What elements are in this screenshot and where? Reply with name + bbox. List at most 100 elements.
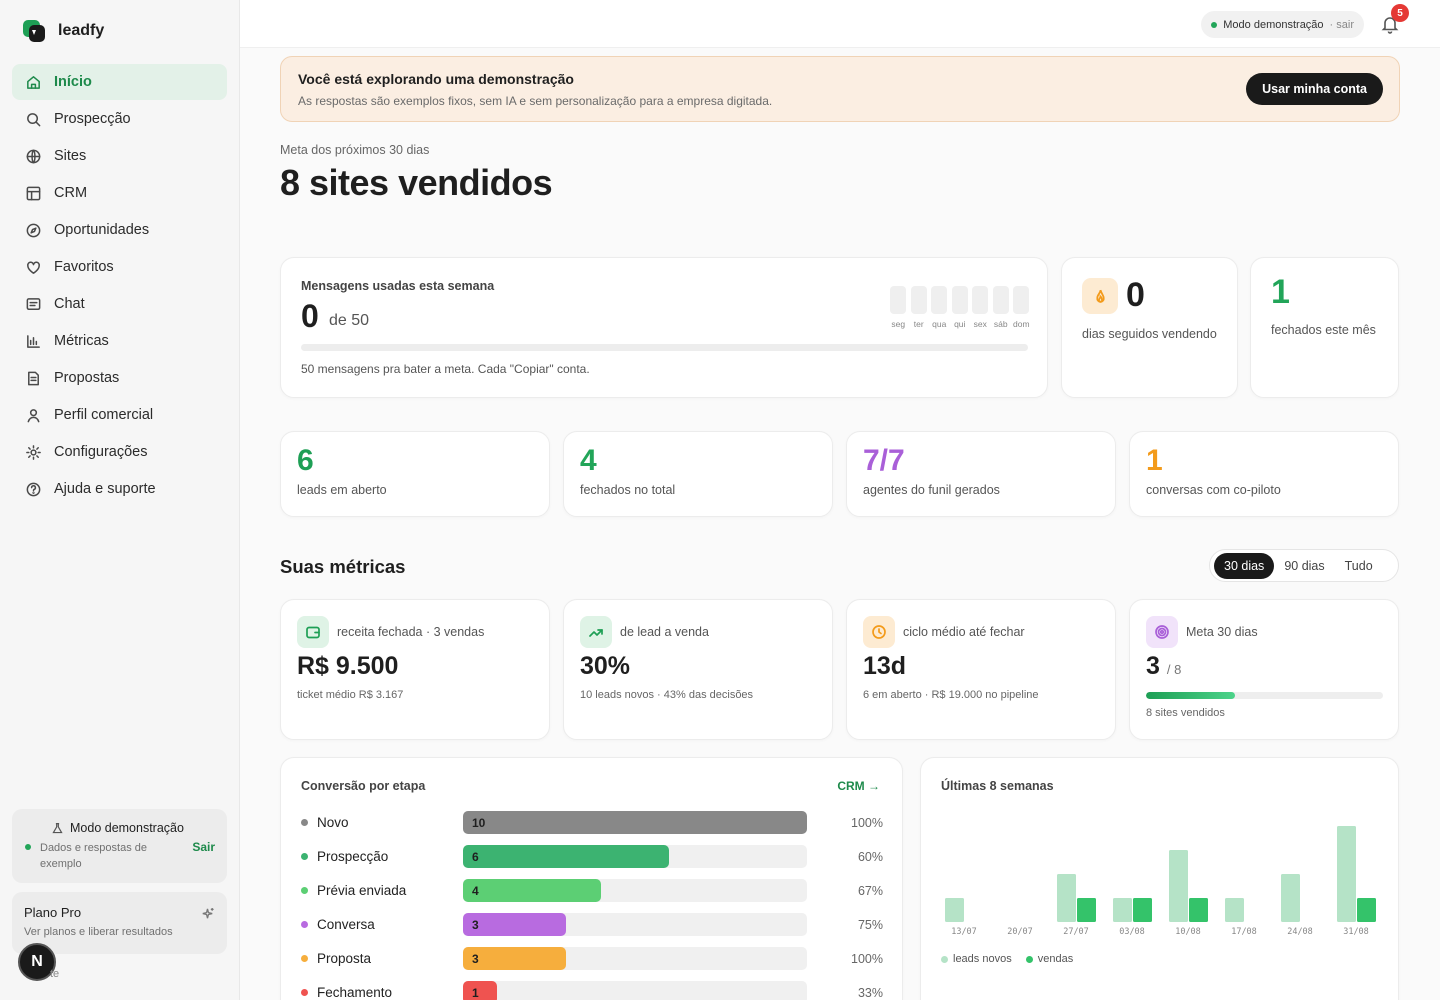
stage-percent: 100% bbox=[851, 816, 883, 830]
sidebar-item-label: Início bbox=[54, 74, 92, 90]
main-nav: Início Prospecção Sites CRM Oportunidades Fav… bbox=[12, 64, 227, 508]
weekday-dom: dom bbox=[1013, 286, 1030, 329]
chat-icon bbox=[26, 297, 41, 310]
sidebar-item-favoritos[interactable]: Favoritos bbox=[12, 249, 227, 285]
sidebar-item-label: Prospecção bbox=[54, 111, 131, 127]
weekday-label: qui bbox=[954, 319, 966, 329]
stage-percent: 100% bbox=[851, 952, 883, 966]
metric-label: receita fechada · 3 vendas bbox=[337, 625, 485, 639]
sidebar: leadfy Início Prospecção Sites CRM Oportunid… bbox=[0, 0, 240, 1000]
stage-row[interactable]: Novo 10 100% bbox=[301, 811, 883, 835]
plan-title: Plano Pro bbox=[24, 905, 82, 920]
messages-limit: de 50 bbox=[329, 312, 370, 329]
weekday-box bbox=[1013, 286, 1029, 314]
metric-sub: 10 leads novos · 43% das decisões bbox=[580, 689, 754, 701]
stage-name: Prospecção bbox=[317, 849, 389, 864]
demo-exit-link[interactable]: Sair bbox=[192, 840, 215, 854]
sidebar-item-ajuda-e-suporte[interactable]: Ajuda e suporte bbox=[12, 471, 227, 507]
weekday-label: ter bbox=[913, 319, 924, 329]
streak-card: 0 dias seguidos vendendo bbox=[1061, 257, 1238, 398]
weekday-box bbox=[910, 286, 927, 314]
sidebar-item-chat[interactable]: Chat bbox=[12, 286, 227, 322]
stage-row[interactable]: Prévia enviada 4 67% bbox=[301, 879, 883, 903]
x-tick-label: 27/07 bbox=[1063, 927, 1089, 937]
stage-percent: 75% bbox=[857, 918, 883, 932]
sidebar-item-inicio[interactable]: Início bbox=[12, 64, 227, 100]
weekday-box bbox=[951, 286, 968, 314]
stage-bar: 3 bbox=[463, 913, 567, 936]
sidebar-item-configuracoes[interactable]: Configurações bbox=[12, 434, 227, 470]
stage-name: Proposta bbox=[317, 951, 372, 966]
heart-icon bbox=[27, 261, 40, 274]
messages-progress-bar bbox=[301, 344, 1028, 351]
stage-bar-track: 4 bbox=[463, 879, 807, 902]
sidebar-item-perfil-comercial[interactable]: Perfil comercial bbox=[12, 397, 227, 433]
streak-label: dias seguidos vendendo bbox=[1082, 327, 1217, 341]
stat-card: 4 fechados no total bbox=[563, 431, 833, 517]
stat-card: 1 conversas com co-piloto bbox=[1129, 431, 1399, 517]
user-icon bbox=[27, 408, 40, 422]
demo-mode-card: Modo demonstração Dados e respostas de e… bbox=[12, 809, 227, 883]
range-option[interactable]: Tudo bbox=[1335, 553, 1383, 579]
sidebar-item-crm[interactable]: CRM bbox=[12, 175, 227, 211]
weekday-seg: seg bbox=[890, 286, 907, 329]
weekday-qui: qui bbox=[951, 286, 969, 329]
weekday-box bbox=[972, 286, 988, 314]
legend-leads: leads novos bbox=[941, 953, 1012, 965]
sidebar-item-label: Oportunidades bbox=[54, 222, 150, 238]
x-tick-label: 10/08 bbox=[1175, 927, 1201, 937]
messages-card: Mensagens usadas esta semana 0 de 50 seg… bbox=[280, 257, 1048, 398]
demo-mode-pill[interactable]: Modo demonstração · sair bbox=[1201, 11, 1364, 38]
sidebar-item-oportunidades[interactable]: Oportunidades bbox=[12, 212, 227, 248]
sidebar-item-label: Métricas bbox=[54, 333, 109, 349]
weekday-qua: qua bbox=[931, 286, 948, 329]
brand[interactable]: leadfy bbox=[22, 19, 104, 43]
use-my-account-button[interactable]: Usar minha conta bbox=[1246, 73, 1383, 105]
range-option[interactable]: 90 dias bbox=[1274, 553, 1334, 579]
metric-card: receita fechada · 3 vendas R$ 9.500 ticket… bbox=[280, 599, 550, 740]
globe-icon bbox=[26, 149, 41, 163]
stat-value: 6 bbox=[297, 444, 314, 477]
leadfy-logo-icon bbox=[23, 20, 45, 42]
weekday-box bbox=[992, 286, 1009, 314]
flame-icon bbox=[1082, 278, 1118, 314]
bar-leads bbox=[945, 898, 964, 922]
metric-value-suffix: / 8 bbox=[1166, 662, 1182, 677]
metric-value: 13d bbox=[863, 652, 907, 680]
topbar: Modo demonstração · sair 5 bbox=[240, 0, 1440, 48]
goal-title: 8 sites vendidos bbox=[280, 162, 553, 203]
sidebar-item-metricas[interactable]: Métricas bbox=[12, 323, 227, 359]
stage-row[interactable]: Fechamento 1 33% bbox=[301, 981, 883, 1000]
stage-bar: 6 bbox=[463, 845, 670, 868]
bar-leads bbox=[1337, 826, 1356, 922]
weekday-sáb: sáb bbox=[992, 286, 1010, 329]
sidebar-item-sites[interactable]: Sites bbox=[12, 138, 227, 174]
stage-row[interactable]: Prospecção 6 60% bbox=[301, 845, 883, 869]
x-tick-label: 13/07 bbox=[951, 927, 977, 937]
sidebar-item-label: Configurações bbox=[54, 444, 148, 460]
metric-label: Meta 30 dias bbox=[1186, 625, 1258, 639]
sidebar-item-propostas[interactable]: Propostas bbox=[12, 360, 227, 396]
metric-card: ciclo médio até fechar 13d 6 em aberto · R… bbox=[846, 599, 1116, 740]
stage-dot bbox=[301, 989, 308, 996]
range-option[interactable]: 30 dias bbox=[1214, 552, 1275, 579]
stage-dot bbox=[301, 819, 308, 826]
home-icon bbox=[27, 75, 40, 89]
demo-card-title: Modo demonstração bbox=[70, 821, 184, 835]
sparkles-icon bbox=[202, 907, 214, 919]
metric-label: de lead a venda bbox=[620, 625, 709, 639]
metric-value: R$ 9.500 bbox=[297, 652, 399, 680]
metric-value: 30% bbox=[580, 652, 631, 680]
stage-row[interactable]: Conversa 3 75% bbox=[301, 913, 883, 937]
stage-dot bbox=[301, 853, 308, 860]
x-tick-label: 31/08 bbox=[1343, 927, 1369, 937]
help-icon bbox=[26, 482, 41, 496]
demo-exit-link[interactable]: · sair bbox=[1330, 19, 1354, 31]
crm-link[interactable]: CRM → bbox=[837, 779, 880, 793]
x-tick-label: 03/08 bbox=[1119, 927, 1145, 937]
stat-value: 4 bbox=[580, 444, 597, 477]
stage-row[interactable]: Proposta 3 100% bbox=[301, 947, 883, 971]
stage-name: Fechamento bbox=[317, 985, 393, 1000]
sidebar-item-prospeccao[interactable]: Prospecção bbox=[12, 101, 227, 137]
bar-chart-icon bbox=[27, 334, 40, 348]
